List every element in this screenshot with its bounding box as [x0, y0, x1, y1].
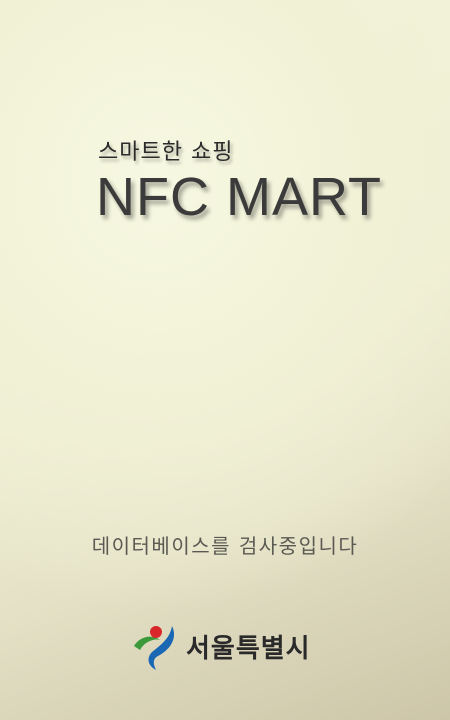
seoul-city-logo: 서울특별시: [132, 620, 311, 672]
tagline: 스마트한 쇼핑: [98, 140, 234, 165]
app-title: NFC MART: [96, 167, 382, 227]
loading-status-text: 데이터베이스를 검사중입니다: [91, 534, 359, 558]
seoul-city-logo-text: 서울특별시: [186, 633, 311, 664]
splash-screen: 스마트한 쇼핑 NFC MART 데이터베이스를 검사중입니다 서울특별시: [0, 0, 450, 720]
seoul-city-symbol-icon: [134, 626, 175, 670]
